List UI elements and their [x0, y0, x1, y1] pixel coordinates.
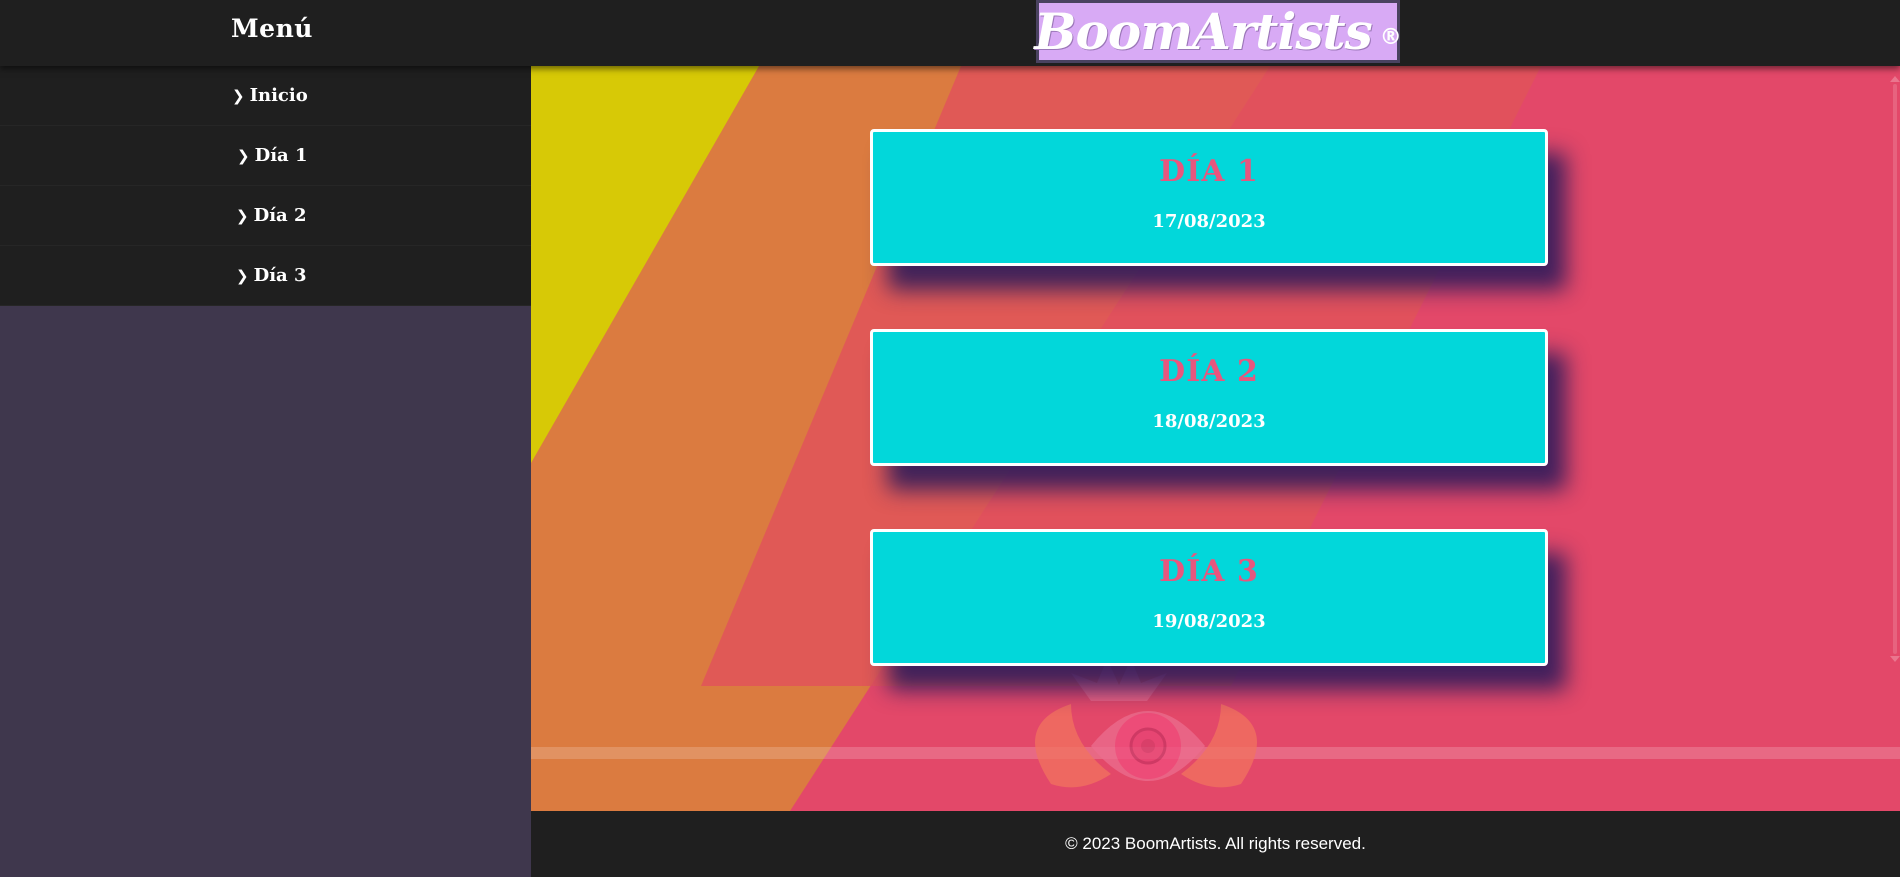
- chevron-right-icon: ❯: [236, 206, 249, 225]
- sidebar-item-label: Día 1: [254, 145, 308, 166]
- sidebar: ❯ Inicio ❯ Día 1 ❯ Día 2 ❯ Día 3: [0, 66, 531, 877]
- registered-mark: ®: [1379, 25, 1402, 50]
- sidebar-nav: ❯ Inicio ❯ Día 1 ❯ Día 2 ❯ Día 3: [0, 66, 531, 306]
- sidebar-item-dia-2[interactable]: ❯ Día 2: [0, 186, 531, 246]
- day-card-2[interactable]: DÍA 2 18/08/2023: [870, 329, 1548, 466]
- footer: © 2023 BoomArtists. All rights reserved.: [531, 811, 1900, 877]
- sidebar-item-dia-1[interactable]: ❯ Día 1: [0, 126, 531, 186]
- brand-logo[interactable]: BoomArtists ®: [1034, 0, 1402, 63]
- sidebar-item-label: Día 2: [253, 205, 307, 226]
- day-card-3[interactable]: DÍA 3 19/08/2023: [870, 529, 1548, 666]
- chevron-right-icon: ❯: [236, 266, 249, 285]
- card-date: 17/08/2023: [1152, 211, 1266, 232]
- chevron-right-icon: ❯: [237, 146, 250, 165]
- sidebar-item-label: Inicio: [249, 85, 308, 106]
- scrollbar[interactable]: [1890, 74, 1900, 664]
- sidebar-item-inicio[interactable]: ❯ Inicio: [0, 66, 531, 126]
- logo-text: BoomArtists: [1034, 2, 1372, 61]
- sidebar-item-label: Día 3: [253, 265, 307, 286]
- card-title: DÍA 1: [1159, 154, 1259, 189]
- day-card-1[interactable]: DÍA 1 17/08/2023: [870, 129, 1548, 266]
- top-bar: Menú BoomArtists ®: [0, 0, 1900, 66]
- sidebar-item-dia-3[interactable]: ❯ Día 3: [0, 246, 531, 306]
- card-title: DÍA 3: [1159, 554, 1259, 589]
- card-date: 19/08/2023: [1152, 611, 1266, 632]
- menu-title: Menú: [231, 14, 313, 43]
- card-title: DÍA 2: [1159, 354, 1259, 389]
- card-date: 18/08/2023: [1152, 411, 1266, 432]
- main-content: DÍA 1 17/08/2023 DÍA 2 18/08/2023 DÍA 3 …: [531, 66, 1900, 811]
- chevron-right-icon: ❯: [232, 86, 245, 105]
- footer-copyright: © 2023 BoomArtists. All rights reserved.: [1065, 834, 1366, 853]
